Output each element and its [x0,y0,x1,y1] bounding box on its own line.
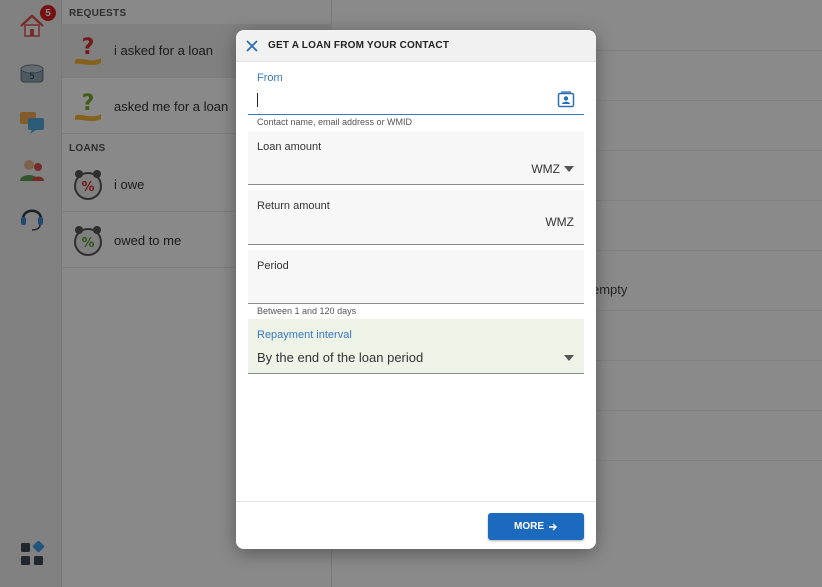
close-button[interactable] [236,30,268,62]
repayment-interval-select[interactable]: Repayment interval By the end of the loa… [248,319,584,374]
arrow-right-icon [549,523,557,530]
repayment-interval-value: By the end of the loan period [257,350,424,365]
from-label: From [257,72,283,84]
more-button-label: MORE [514,521,544,532]
dialog-header: GET A LOAN FROM YOUR CONTACT [236,30,596,62]
text-cursor [257,93,258,107]
dropdown-arrow-icon [564,355,574,361]
more-button[interactable]: MORE [488,513,584,540]
dialog-footer: MORE [236,501,596,549]
loan-amount-label: Loan amount [257,141,322,153]
loan-currency-select[interactable]: WMZ [531,162,574,176]
contact-card-icon [557,91,575,108]
from-helper-text: Contact name, email address or WMID [257,117,413,127]
dropdown-arrow-icon [564,166,574,172]
repayment-interval-label: Repayment interval [257,329,352,341]
from-field[interactable]: From [248,62,584,115]
return-amount-label: Return amount [257,200,330,212]
contact-picker-button[interactable] [556,90,576,110]
loan-currency-value: WMZ [531,162,560,176]
period-helper-text: Between 1 and 120 days [257,306,357,316]
return-currency: WMZ [545,215,574,229]
return-amount-field[interactable]: Return amount WMZ [248,190,584,245]
dialog-title: GET A LOAN FROM YOUR CONTACT [268,40,450,51]
close-icon [246,39,258,52]
period-label: Period [257,260,289,272]
loan-amount-field[interactable]: Loan amount WMZ [248,131,584,185]
loan-request-dialog: GET A LOAN FROM YOUR CONTACT From Contac… [236,30,596,549]
period-field[interactable]: Period [248,250,584,304]
